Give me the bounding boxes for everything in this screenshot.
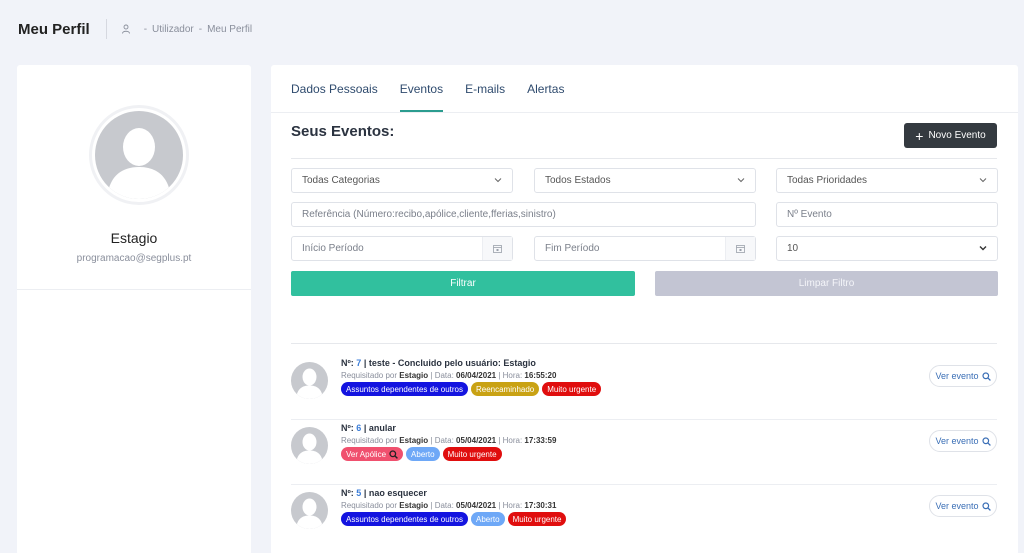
start-period-placeholder: Início Período	[302, 243, 364, 254]
avatar	[89, 105, 189, 205]
view-event-label: Ver evento	[935, 501, 979, 511]
view-event-label: Ver evento	[935, 436, 979, 446]
main-card: Dados Pessoais Eventos E-mails Alertas S…	[271, 65, 1018, 553]
divider	[291, 343, 997, 344]
reference-placeholder: Referência (Número:recibo,apólice,client…	[302, 209, 556, 220]
end-period-placeholder: Fim Período	[545, 243, 600, 254]
list-item: Nº: 6 | anular Requisitado por Estagio |…	[291, 420, 997, 485]
tab-bar: Dados Pessoais Eventos E-mails Alertas	[291, 65, 586, 112]
search-icon	[981, 436, 991, 446]
list-item: Nº: 5 | nao esquecer Requisitado por Est…	[291, 485, 997, 550]
profile-email: programacao@segplus.pt	[76, 253, 192, 264]
tabs-divider	[271, 112, 1018, 113]
event-meta: Requisitado por Estagio | Data: 05/04/20…	[341, 436, 557, 445]
calendar-icon[interactable]	[725, 237, 755, 260]
event-title: Nº: 6 | anular	[341, 423, 396, 433]
title-divider	[105, 19, 107, 39]
profile-name: Estagio	[110, 230, 158, 246]
chevron-down-icon	[737, 178, 745, 183]
search-icon	[389, 449, 398, 459]
breadcrumb-item-meu-perfil: Meu Perfil	[207, 23, 253, 35]
plus-icon: +	[915, 127, 924, 144]
divider	[291, 158, 997, 159]
event-title: Nº: 5 | nao esquecer	[341, 488, 427, 498]
priority-select-value: Todas Prioridades	[787, 175, 868, 186]
avatar	[291, 427, 328, 464]
status-badge: Muito urgente	[542, 382, 602, 396]
view-event-button[interactable]: Ver evento	[929, 495, 997, 517]
event-badges: Ver Apólice Aberto Muito urgente	[341, 447, 505, 461]
profile-card: Estagio programacao@segplus.pt	[17, 65, 251, 553]
breadcrumb-separator: -	[143, 23, 148, 35]
filter-button[interactable]: Filtrar	[291, 271, 635, 296]
category-select[interactable]: Todas Categorias	[291, 168, 513, 193]
user-icon	[121, 24, 130, 34]
state-select-value: Todos Estados	[545, 175, 611, 186]
view-event-label: Ver evento	[935, 371, 979, 381]
avatar-image	[95, 111, 183, 199]
chevron-down-icon	[979, 178, 987, 183]
user-silhouette-icon	[296, 498, 323, 529]
status-badge: Assuntos dependentes de outros	[341, 382, 468, 396]
event-badges: Assuntos dependentes de outros Reencamin…	[341, 382, 604, 396]
breadcrumb-separator: -	[198, 23, 203, 35]
category-select-value: Todas Categorias	[302, 175, 380, 186]
status-badge: Muito urgente	[442, 447, 502, 461]
top-bar: Meu Perfil - Utilizador - Meu Perfil	[0, 0, 1024, 58]
divider	[17, 289, 251, 290]
event-badges: Assuntos dependentes de outros Aberto Mu…	[341, 512, 569, 526]
status-badge: Muito urgente	[507, 512, 567, 526]
list-item: Nº: 7 | teste - Concluido pelo usuário: …	[291, 355, 997, 420]
search-icon	[981, 501, 991, 511]
user-silhouette-icon	[296, 433, 323, 464]
status-badge: Aberto	[406, 447, 440, 461]
view-event-button[interactable]: Ver evento	[929, 365, 997, 387]
clear-filter-button[interactable]: Limpar Filtro	[655, 271, 998, 296]
page-title: Meu Perfil	[18, 20, 90, 38]
event-number-input[interactable]: Nº Evento	[776, 202, 998, 227]
priority-select[interactable]: Todas Prioridades	[776, 168, 998, 193]
view-policy-badge[interactable]: Ver Apólice	[341, 447, 404, 461]
avatar	[291, 362, 328, 399]
calendar-icon[interactable]	[482, 237, 512, 260]
event-meta: Requisitado por Estagio | Data: 06/04/20…	[341, 371, 557, 380]
event-title: Nº: 7 | teste - Concluido pelo usuário: …	[341, 358, 536, 368]
section-title: Seus Eventos:	[291, 123, 395, 140]
event-meta: Requisitado por Estagio | Data: 05/04/20…	[341, 501, 557, 510]
tab-e-mails[interactable]: E-mails	[465, 65, 505, 112]
new-event-button[interactable]: + Novo Evento	[904, 123, 997, 148]
user-silhouette-icon	[296, 368, 323, 399]
reference-input[interactable]: Referência (Número:recibo,apólice,client…	[291, 202, 756, 227]
view-event-button[interactable]: Ver evento	[929, 430, 997, 452]
status-badge: Aberto	[470, 512, 505, 526]
page-size-select[interactable]: 10	[776, 236, 998, 261]
breadcrumb-item-utilizador[interactable]: Utilizador	[152, 24, 194, 35]
start-period-input[interactable]: Início Período	[291, 236, 513, 261]
tab-eventos[interactable]: Eventos	[399, 65, 444, 112]
tab-dados-pessoais[interactable]: Dados Pessoais	[291, 65, 378, 112]
state-select[interactable]: Todos Estados	[534, 168, 756, 193]
status-badge: Assuntos dependentes de outros	[341, 512, 468, 526]
tab-alertas[interactable]: Alertas	[527, 65, 564, 112]
chevron-down-icon	[979, 246, 987, 251]
user-silhouette-icon	[107, 128, 171, 199]
event-number-placeholder: Nº Evento	[787, 209, 832, 220]
status-badge: Reencaminhado	[470, 382, 540, 396]
page-size-value: 10	[787, 243, 799, 254]
breadcrumb: - Utilizador - Meu Perfil	[121, 24, 252, 35]
end-period-input[interactable]: Fim Período	[534, 236, 756, 261]
new-event-label: Novo Evento	[928, 130, 986, 141]
chevron-down-icon	[494, 178, 502, 183]
search-icon	[981, 371, 991, 381]
avatar	[291, 492, 328, 529]
